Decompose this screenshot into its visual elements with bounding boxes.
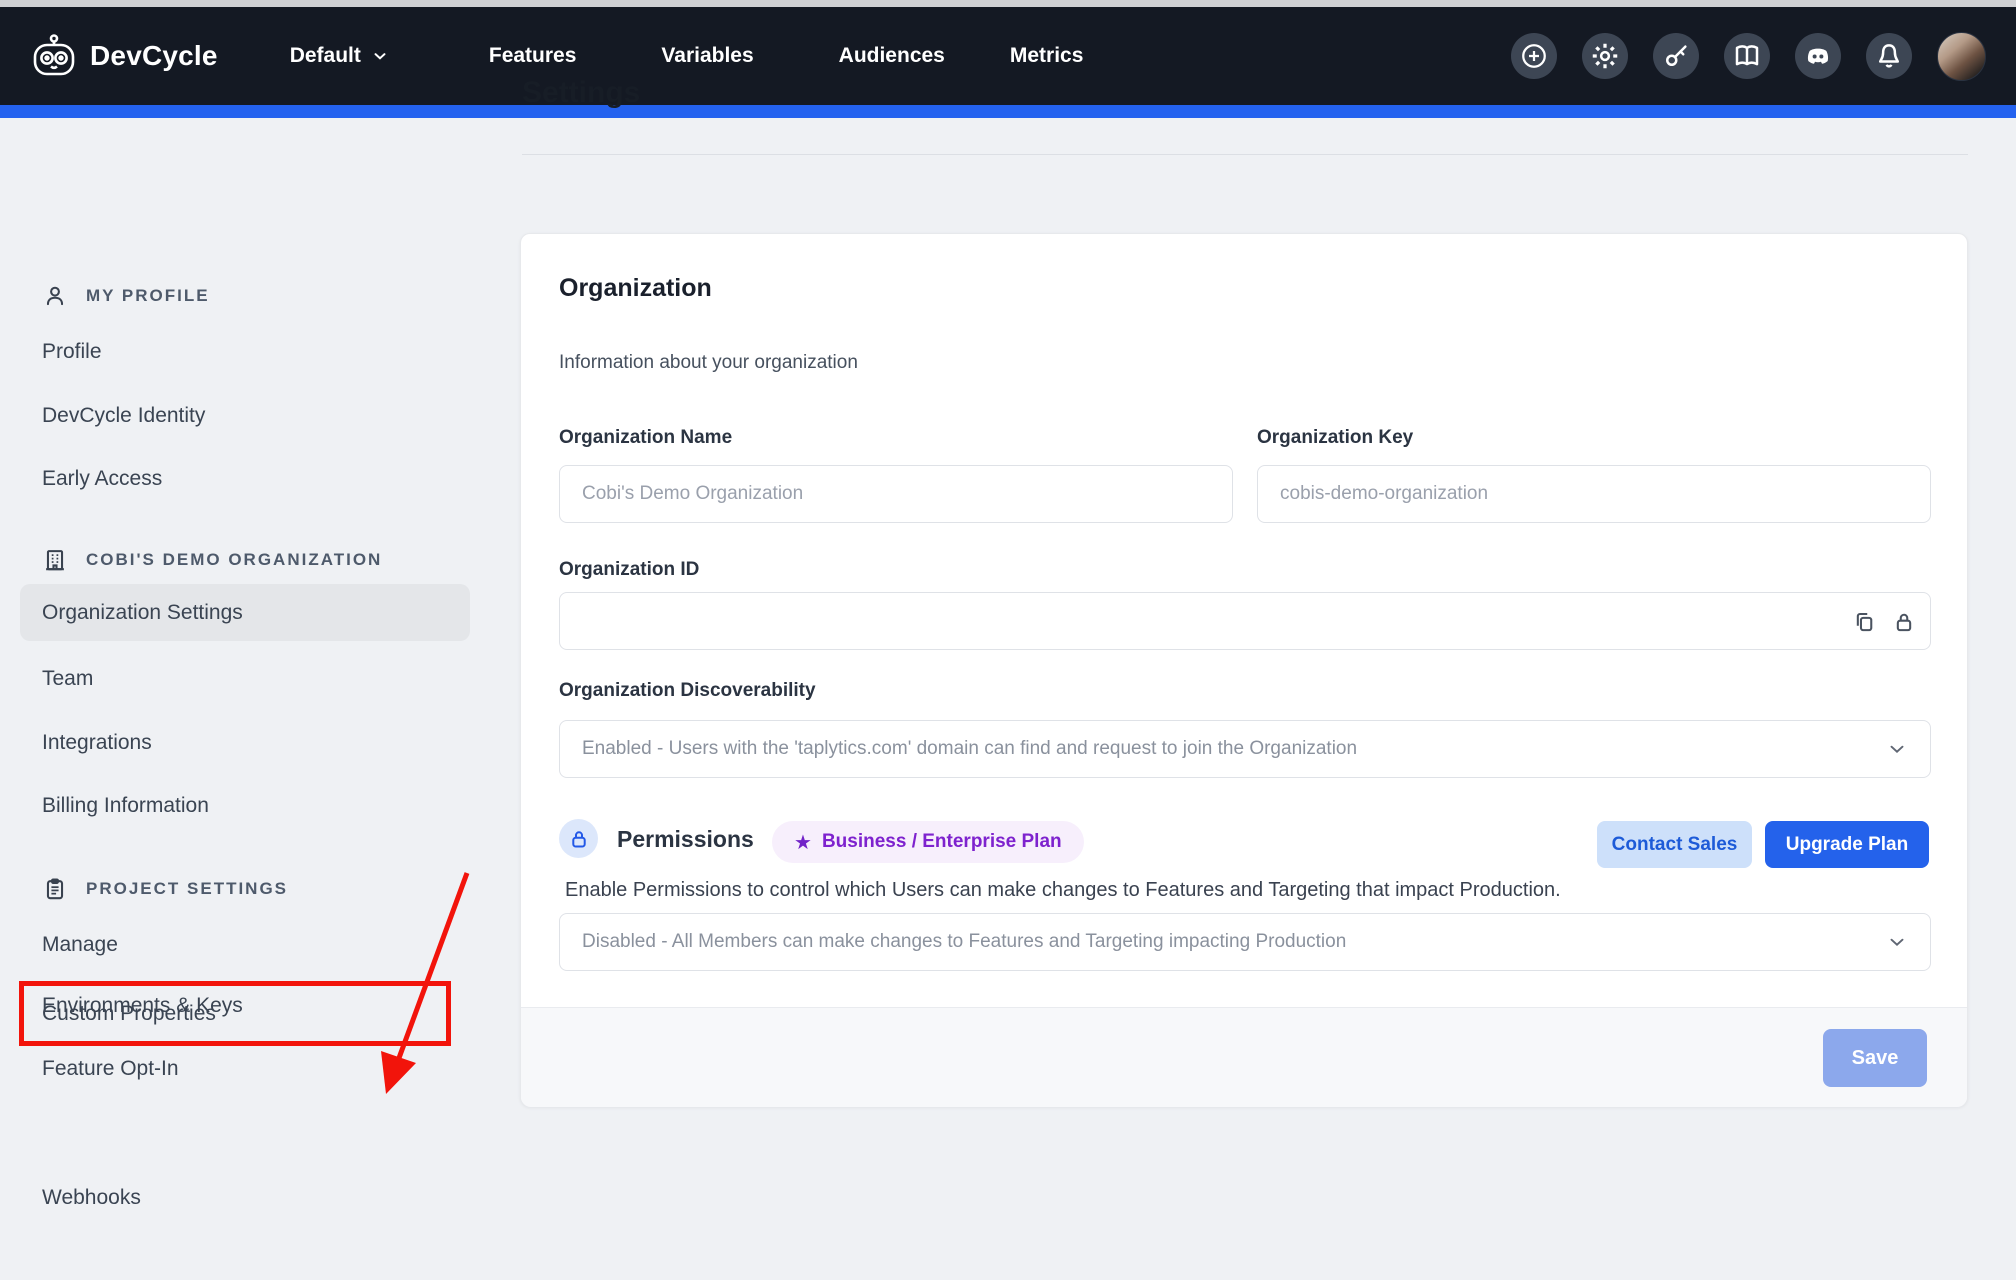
chevron-down-icon [1886, 738, 1908, 760]
key-icon [1661, 41, 1691, 71]
annotation-highlight-box: Custom Properties [19, 981, 451, 1046]
user-icon [42, 283, 68, 309]
nav-links: Default Features Variables Audiences Met… [218, 44, 1084, 68]
settings-sidebar: MY PROFILE Profile DevCycle Identity Ear… [0, 118, 470, 1280]
permissions-lock-badge [559, 819, 598, 858]
chevron-down-icon [1886, 931, 1908, 953]
organization-card: Organization Information about your orga… [520, 233, 1968, 1107]
plan-badge-label: Business / Enterprise Plan [822, 831, 1062, 853]
accent-strip [0, 105, 2016, 118]
section-header-label: MY PROFILE [86, 286, 210, 306]
sidebar-item-profile[interactable]: Profile [42, 337, 102, 367]
section-header-label: PROJECT SETTINGS [86, 879, 288, 899]
discoverability-select[interactable]: Enabled - Users with the 'taplytics.com'… [559, 720, 1931, 778]
sidebar-item-team[interactable]: Team [42, 664, 93, 694]
discord-icon [1803, 41, 1833, 71]
navbar-actions [1511, 32, 1986, 81]
notifications-button[interactable] [1866, 33, 1912, 79]
star-icon: ★ [794, 830, 812, 855]
org-key-label: Organization Key [1257, 427, 1413, 449]
permissions-select[interactable]: Disabled - All Members can make changes … [559, 913, 1931, 971]
api-keys-button[interactable] [1653, 33, 1699, 79]
org-id-actions [1851, 609, 1917, 635]
open-book-icon [1732, 41, 1762, 71]
sidebar-item-custom-properties[interactable]: Custom Properties [42, 999, 216, 1029]
chevron-down-icon [371, 47, 389, 65]
sidebar-section-my-profile: MY PROFILE [42, 283, 210, 309]
org-id-input[interactable] [559, 592, 1931, 650]
building-icon [42, 547, 68, 573]
window-top-edge [0, 0, 2016, 7]
sidebar-item-integrations[interactable]: Integrations [42, 728, 152, 758]
user-avatar[interactable] [1937, 32, 1986, 81]
contact-sales-button[interactable]: Contact Sales [1597, 821, 1752, 868]
save-button[interactable]: Save [1823, 1029, 1927, 1087]
permissions-title: Permissions [617, 826, 754, 853]
sidebar-section-project-settings: PROJECT SETTINGS [42, 876, 288, 902]
org-id-label: Organization ID [559, 559, 699, 581]
app-window: DevCycle Default Features Variables Audi… [0, 0, 2016, 1280]
org-name-label: Organization Name [559, 427, 732, 449]
nav-item-audiences[interactable]: Audiences [839, 44, 945, 68]
brand-name: DevCycle [90, 40, 218, 72]
sidebar-item-devcycle-identity[interactable]: DevCycle Identity [42, 401, 205, 431]
discoverability-value: Enabled - Users with the 'taplytics.com'… [582, 738, 1357, 760]
devcycle-logo[interactable]: DevCycle [30, 32, 218, 80]
plus-circle-icon [1519, 41, 1549, 71]
add-button[interactable] [1511, 33, 1557, 79]
sidebar-item-billing-information[interactable]: Billing Information [42, 791, 209, 821]
discord-button[interactable] [1795, 33, 1841, 79]
lock-icon[interactable] [1891, 609, 1917, 635]
settings-button[interactable] [1582, 33, 1628, 79]
copy-icon[interactable] [1851, 609, 1877, 635]
discoverability-label: Organization Discoverability [559, 680, 816, 702]
org-key-input[interactable] [1257, 465, 1931, 523]
sidebar-item-organization-settings[interactable]: Organization Settings [20, 584, 470, 641]
docs-button[interactable] [1724, 33, 1770, 79]
sidebar-item-feature-opt-in[interactable]: Feature Opt-In [42, 1054, 179, 1084]
top-navbar: DevCycle Default Features Variables Audi… [0, 7, 2016, 105]
clipboard-icon [42, 876, 68, 902]
title-divider [522, 154, 1968, 155]
plan-badge[interactable]: ★ Business / Enterprise Plan [772, 821, 1084, 863]
sidebar-section-organization: COBI'S DEMO ORGANIZATION [42, 547, 382, 573]
nav-item-metrics[interactable]: Metrics [1010, 44, 1084, 68]
project-selector[interactable]: Default [290, 44, 389, 68]
upgrade-plan-button[interactable]: Upgrade Plan [1765, 821, 1929, 868]
sidebar-item-early-access[interactable]: Early Access [42, 464, 162, 494]
lock-icon [567, 827, 591, 851]
card-title: Organization [559, 274, 712, 303]
nav-item-features[interactable]: Features [489, 44, 577, 68]
card-footer: Save [521, 1007, 1967, 1107]
sidebar-item-webhooks[interactable]: Webhooks [42, 1183, 141, 1213]
gear-icon [1590, 41, 1620, 71]
nav-item-variables[interactable]: Variables [661, 44, 753, 68]
bell-icon [1874, 41, 1904, 71]
permissions-value: Disabled - All Members can make changes … [582, 931, 1346, 953]
sidebar-item-manage[interactable]: Manage [42, 930, 118, 960]
card-subtitle: Information about your organization [559, 352, 858, 374]
page-title: Settings [522, 76, 640, 110]
robot-logo-icon [30, 32, 78, 80]
permissions-description: Enable Permissions to control which User… [565, 879, 1561, 902]
org-name-input[interactable] [559, 465, 1233, 523]
section-header-label: COBI'S DEMO ORGANIZATION [86, 550, 382, 570]
